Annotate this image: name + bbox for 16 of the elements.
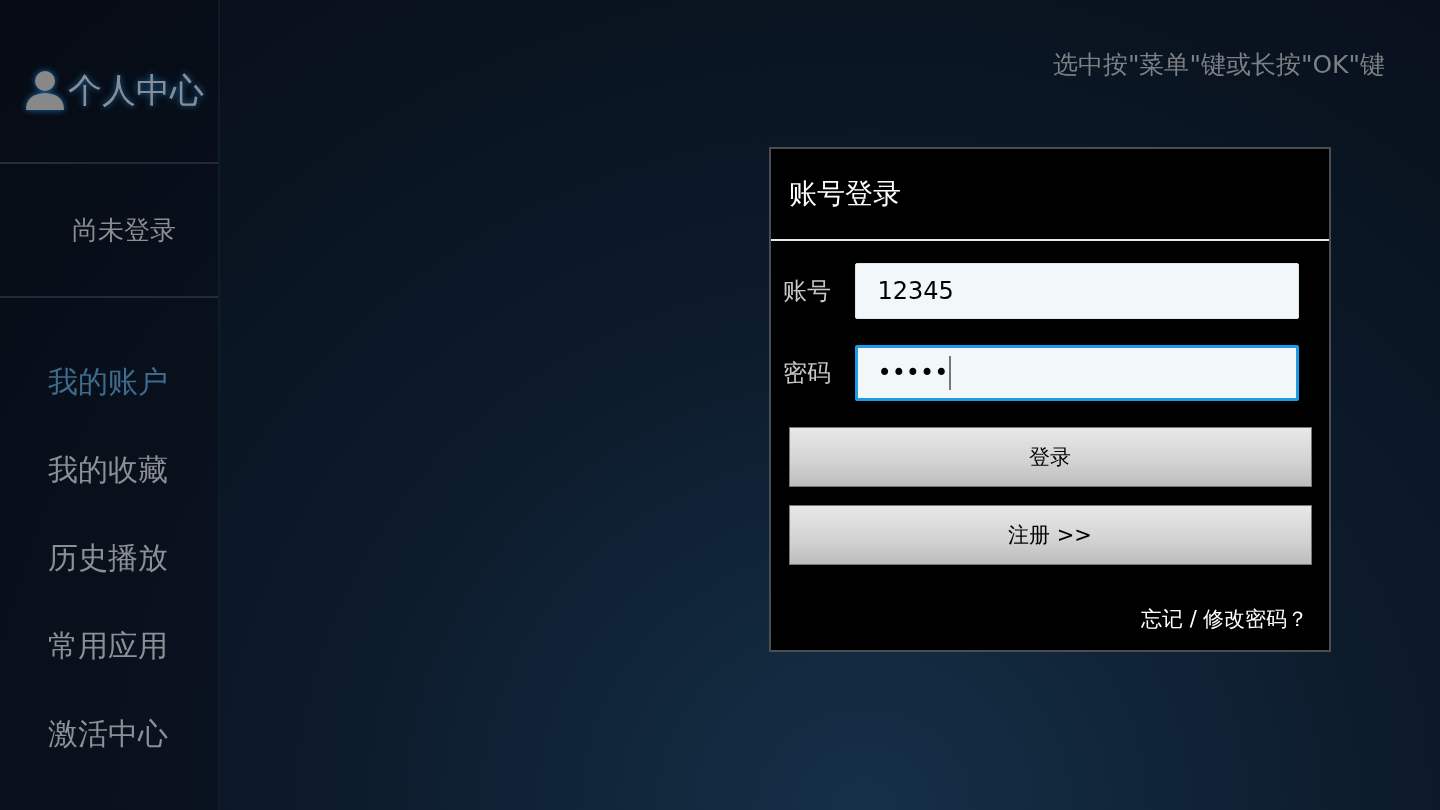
sidebar-title: 个人中心 <box>68 69 204 112</box>
field-label: 密码 <box>782 358 832 389</box>
menu-item[interactable]: 常用应用 <box>0 602 218 690</box>
register-button[interactable]: 注册 >> <box>788 505 1312 565</box>
menu-item[interactable]: 历史播放 <box>0 514 218 602</box>
user-icon <box>24 70 66 110</box>
menu-item[interactable]: 我的收藏 <box>0 426 218 514</box>
field-label: 账号 <box>782 276 832 307</box>
menu-item[interactable]: 激活中心 <box>0 690 218 778</box>
forgot-password-link[interactable]: 忘记 / 修改密码？ <box>1141 605 1309 633</box>
dialog-title: 账号登录 <box>770 149 1329 241</box>
input-field[interactable]: ••••• <box>854 345 1299 401</box>
login-button[interactable]: 登录 <box>788 427 1312 487</box>
input-field[interactable]: 12345 <box>854 263 1299 319</box>
hint-text: 选中按"菜单"键或长按"OK"键 <box>1052 49 1385 81</box>
login-status: 尚未登录 <box>72 213 176 247</box>
